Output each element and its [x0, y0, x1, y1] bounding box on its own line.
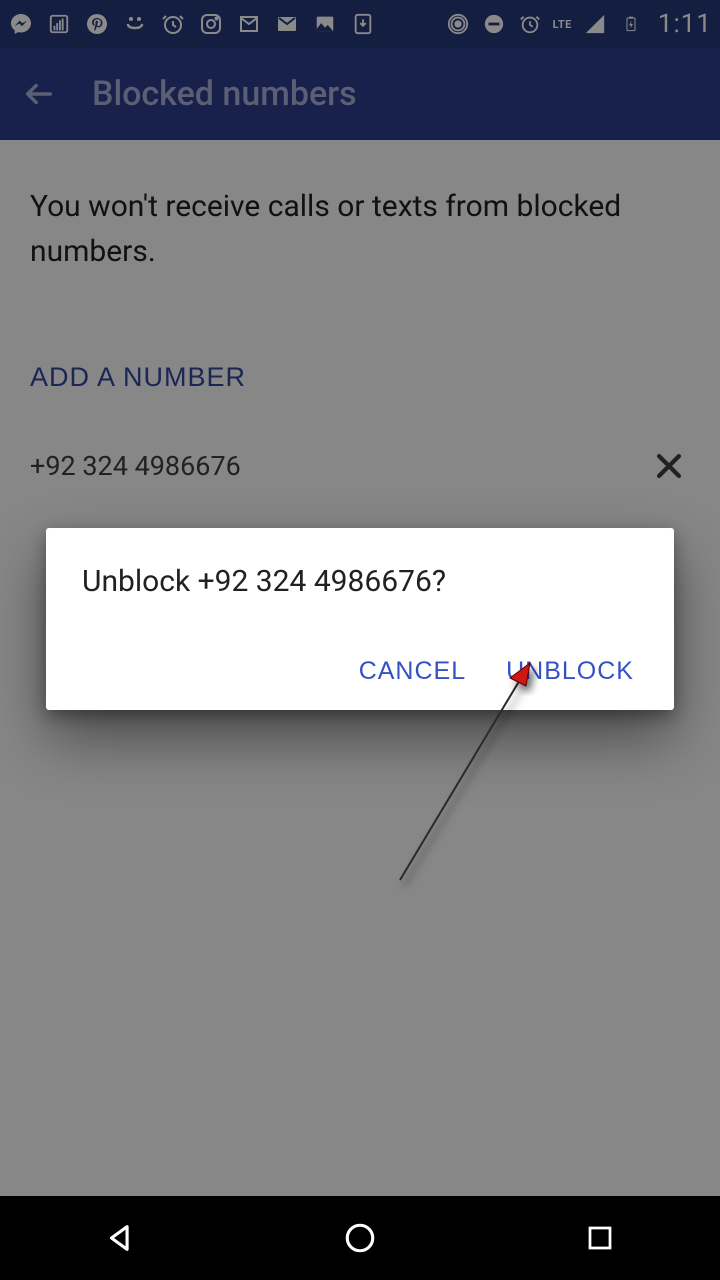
dialog-actions: CANCEL UNBLOCK [82, 647, 638, 694]
circle-home-icon [343, 1221, 377, 1255]
cancel-button[interactable]: CANCEL [359, 657, 466, 686]
nav-back-button[interactable] [96, 1214, 144, 1262]
square-recent-icon [585, 1223, 615, 1253]
dialog-title: Unblock +92 324 4986676? [82, 564, 638, 599]
triangle-back-icon [103, 1221, 137, 1255]
unblock-dialog: Unblock +92 324 4986676? CANCEL UNBLOCK [46, 528, 674, 710]
nav-home-button[interactable] [336, 1214, 384, 1262]
system-nav-bar [0, 1196, 720, 1280]
unblock-button[interactable]: UNBLOCK [506, 657, 634, 686]
screen: LTE 1:11 Blocked numbers You won't recei… [0, 0, 720, 1280]
nav-recent-button[interactable] [576, 1214, 624, 1262]
